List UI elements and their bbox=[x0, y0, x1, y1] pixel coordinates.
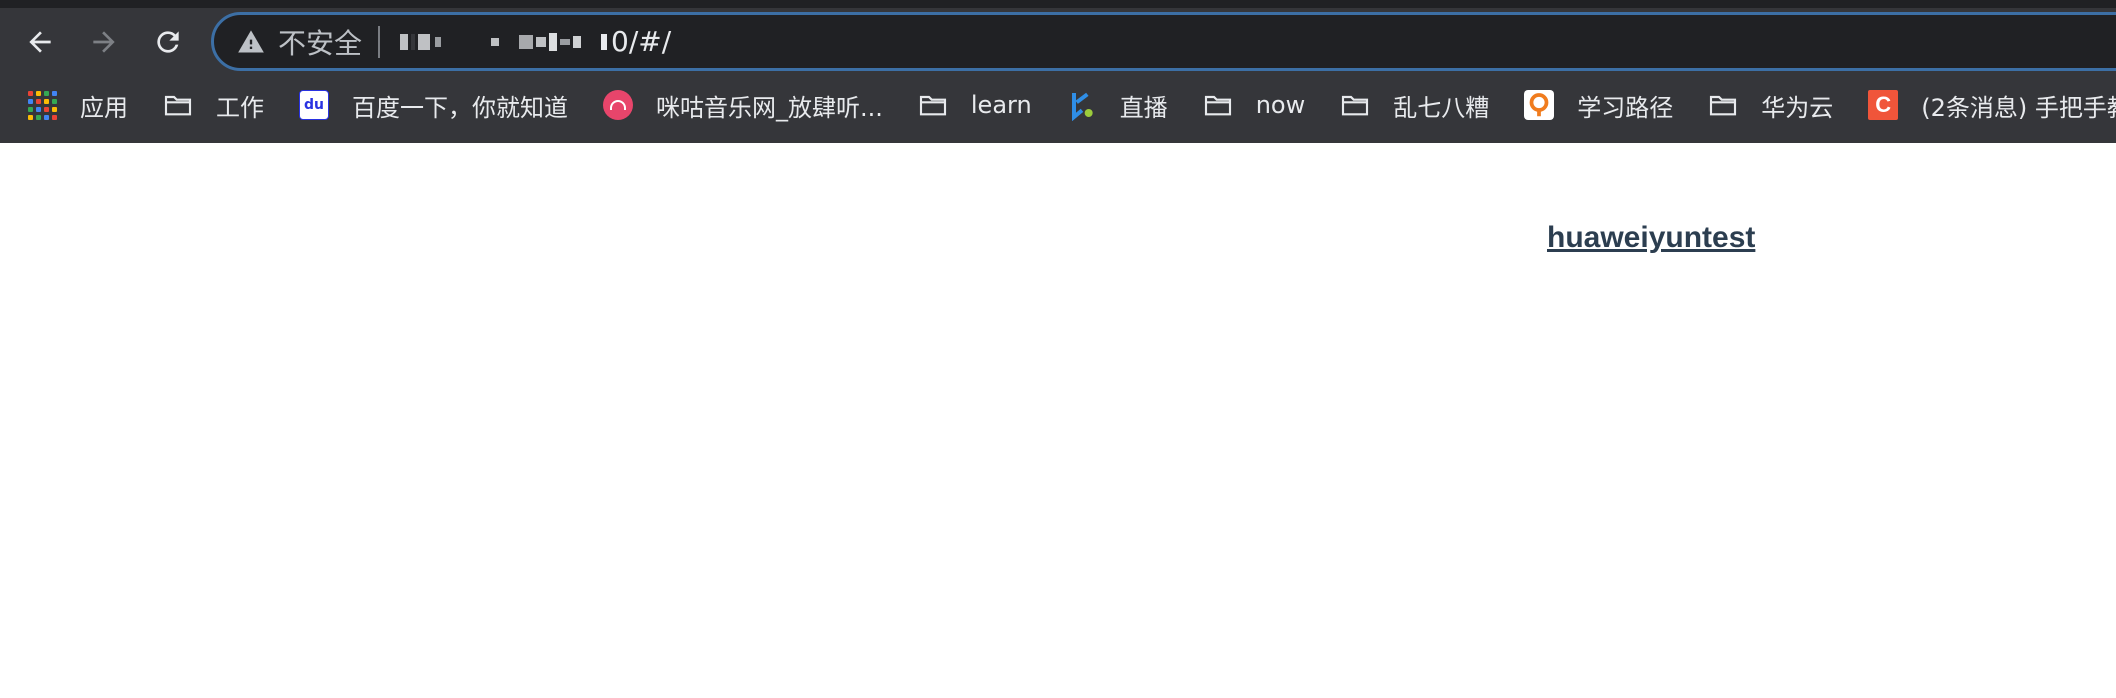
bookmark-learning-path[interactable]: 学习路径 bbox=[1523, 84, 1673, 126]
bookmarks-bar: 应用 工作 du 百度一下，你就知道 咪咕音乐网_放肆听... learn 直播… bbox=[0, 84, 2116, 126]
folder-icon bbox=[162, 89, 194, 121]
bookmark-folder-misc[interactable]: 乱七八糟 bbox=[1339, 84, 1489, 126]
bookmark-label: 百度一下，你就知道 bbox=[352, 93, 568, 122]
bookmark-csdn[interactable]: C (2条消息) 手把手教... bbox=[1867, 84, 2116, 126]
bookmark-label: 应用 bbox=[80, 93, 128, 122]
folder-icon bbox=[1707, 89, 1739, 121]
bookmark-label: 华为云 bbox=[1761, 93, 1834, 122]
bookmark-label: learn bbox=[970, 91, 1032, 119]
address-bar[interactable]: 不安全 0/#/ bbox=[211, 12, 2116, 71]
bookmark-migu[interactable]: 咪咕音乐网_放肆听... bbox=[602, 84, 883, 126]
folder-icon bbox=[917, 89, 949, 121]
bookmark-label: (2条消息) 手把手教... bbox=[1921, 93, 2116, 122]
page-content: huaweiyuntest bbox=[0, 143, 2116, 698]
warning-triangle-icon[interactable] bbox=[236, 27, 266, 57]
reload-icon bbox=[157, 31, 179, 53]
apps-grid-icon bbox=[26, 89, 58, 121]
bookmark-baidu[interactable]: du 百度一下，你就知道 bbox=[298, 84, 568, 126]
bookmark-label: 乱七八糟 bbox=[1393, 93, 1490, 122]
reload-button[interactable] bbox=[146, 20, 190, 64]
learning-path-icon bbox=[1523, 89, 1555, 121]
bookmark-label: 咪咕音乐网_放肆听... bbox=[656, 93, 883, 122]
folder-icon bbox=[1339, 89, 1371, 121]
bookmark-label: 直播 bbox=[1119, 93, 1168, 122]
huaweiyuntest-link[interactable]: huaweiyuntest bbox=[1547, 221, 1755, 255]
bookmark-folder-work[interactable]: 工作 bbox=[162, 84, 264, 126]
bookmark-folder-huaweicloud[interactable]: 华为云 bbox=[1707, 84, 1833, 126]
baidu-icon: du bbox=[298, 89, 330, 121]
omnibox-divider bbox=[378, 25, 381, 58]
bookmark-label: 工作 bbox=[216, 93, 264, 122]
bookmark-label: now bbox=[1255, 91, 1306, 119]
not-secure-label[interactable]: 不安全 bbox=[278, 22, 362, 62]
bookmark-live[interactable]: 直播 bbox=[1066, 84, 1168, 126]
browser-toolbar: 不安全 0/#/ 应用 工作 du 百度一下，你就知道 咪咕音乐网_放肆听...… bbox=[0, 0, 2116, 143]
redacted-url-host bbox=[400, 32, 608, 51]
bookmark-folder-now[interactable]: now bbox=[1202, 84, 1306, 126]
url-text[interactable]: 0/#/ bbox=[611, 25, 671, 58]
back-button[interactable] bbox=[18, 20, 62, 64]
arrow-left-icon bbox=[29, 31, 51, 53]
csdn-icon: C bbox=[1867, 89, 1899, 121]
folder-icon bbox=[1202, 89, 1234, 121]
tab-strip-edge bbox=[0, 0, 2116, 8]
bookmark-label: 学习路径 bbox=[1577, 93, 1674, 122]
arrow-right-icon bbox=[93, 31, 115, 53]
bookmark-apps[interactable]: 应用 bbox=[26, 84, 128, 126]
live-icon bbox=[1066, 89, 1098, 121]
bookmark-folder-learn[interactable]: learn bbox=[917, 84, 1032, 126]
forward-button[interactable] bbox=[82, 20, 126, 64]
migu-icon bbox=[602, 89, 634, 121]
